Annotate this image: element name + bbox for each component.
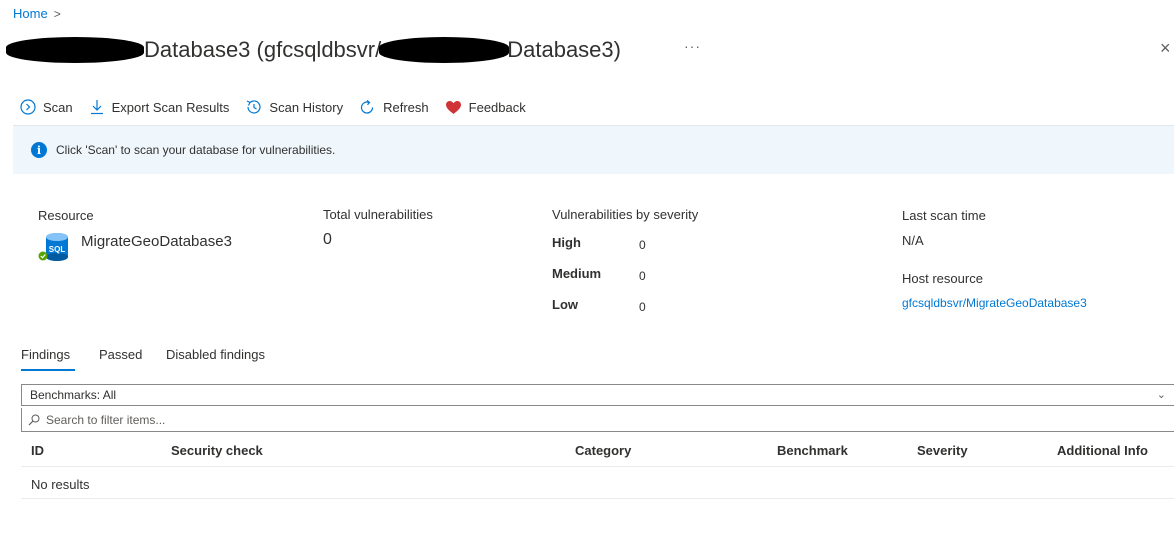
- column-header-category[interactable]: Category: [575, 443, 631, 458]
- redaction: [6, 37, 144, 63]
- chevron-down-icon: ⌄: [1156, 389, 1166, 401]
- total-vulnerabilities-label: Total vulnerabilities: [323, 207, 433, 222]
- refresh-icon: [361, 99, 374, 114]
- scan-history-button[interactable]: Scan History: [245, 99, 343, 115]
- column-header-id[interactable]: ID: [31, 443, 44, 458]
- export-scan-results-button[interactable]: Export Scan Results: [89, 99, 230, 115]
- severity-high-value: 0: [639, 238, 646, 252]
- severity-medium-value: 0: [639, 269, 646, 283]
- info-icon: i: [31, 142, 47, 158]
- resource-name: MigrateGeoDatabase3: [81, 233, 232, 250]
- severity-high-label: High: [552, 235, 581, 250]
- download-icon: [90, 100, 103, 115]
- tab-disabled-findings[interactable]: Disabled findings: [166, 347, 265, 362]
- history-icon: [247, 100, 262, 114]
- total-vulnerabilities-value: 0: [323, 231, 332, 248]
- sql-database-icon: SQL: [37, 232, 71, 262]
- feedback-button[interactable]: Feedback: [445, 100, 526, 115]
- play-circle-icon: [20, 99, 36, 115]
- refresh-button[interactable]: Refresh: [359, 99, 429, 116]
- column-header-severity[interactable]: Severity: [917, 443, 968, 458]
- benchmarks-dropdown[interactable]: Benchmarks: All ⌄: [21, 384, 1174, 406]
- last-scan-value: N/A: [902, 233, 924, 248]
- tab-passed[interactable]: Passed: [99, 347, 142, 362]
- sql-icon-text: SQL: [49, 245, 66, 254]
- search-icon: [28, 414, 40, 425]
- page-title: Database3 (gfcsqldbsvr/ Database3): [6, 32, 621, 68]
- chevron-right-icon: >: [53, 6, 61, 21]
- divider: [21, 498, 1174, 499]
- info-bar: i Click 'Scan' to scan your database for…: [13, 125, 1174, 174]
- column-header-additional-info[interactable]: Additional Info: [1057, 443, 1148, 458]
- active-tab-indicator: [21, 369, 75, 371]
- breadcrumb-home-link[interactable]: Home: [13, 6, 48, 21]
- no-results-message: No results: [31, 477, 90, 492]
- export-scan-results-label: Export Scan Results: [111, 99, 230, 115]
- scan-history-label: Scan History: [269, 99, 344, 115]
- severity-low-value: 0: [639, 300, 646, 314]
- host-resource-label: Host resource: [902, 271, 983, 286]
- page-title-part1: Database3 (gfcsqldbsvr/: [144, 37, 382, 62]
- refresh-label: Refresh: [383, 99, 429, 115]
- search-input[interactable]: Search to filter items...: [21, 408, 1174, 432]
- severity-label: Vulnerabilities by severity: [552, 207, 699, 222]
- more-options-button[interactable]: ···: [684, 38, 701, 54]
- severity-medium-label: Medium: [552, 266, 602, 281]
- close-button[interactable]: ×: [1160, 38, 1171, 59]
- column-header-benchmark[interactable]: Benchmark: [777, 443, 848, 458]
- divider: [21, 466, 1174, 467]
- info-message: Click 'Scan' to scan your database for v…: [56, 143, 336, 157]
- scan-button-label: Scan: [43, 99, 73, 115]
- toolbar: Scan Export Scan Results Scan History Re…: [20, 96, 542, 118]
- breadcrumb: Home >: [13, 6, 61, 21]
- redaction: [379, 37, 510, 63]
- feedback-label: Feedback: [468, 99, 526, 115]
- resource-label: Resource: [38, 208, 94, 223]
- page-title-part2: Database3): [507, 37, 621, 62]
- host-resource-link[interactable]: gfcsqldbsvr/MigrateGeoDatabase3: [902, 296, 1087, 310]
- search-placeholder: Search to filter items...: [46, 412, 166, 427]
- tab-findings[interactable]: Findings: [21, 347, 70, 362]
- benchmarks-dropdown-value: Benchmarks: All: [30, 388, 117, 402]
- severity-low-label: Low: [552, 297, 578, 312]
- last-scan-label: Last scan time: [902, 208, 986, 223]
- column-header-security-check[interactable]: Security check: [171, 443, 263, 458]
- heart-icon: [445, 100, 461, 114]
- scan-button[interactable]: Scan: [20, 99, 73, 115]
